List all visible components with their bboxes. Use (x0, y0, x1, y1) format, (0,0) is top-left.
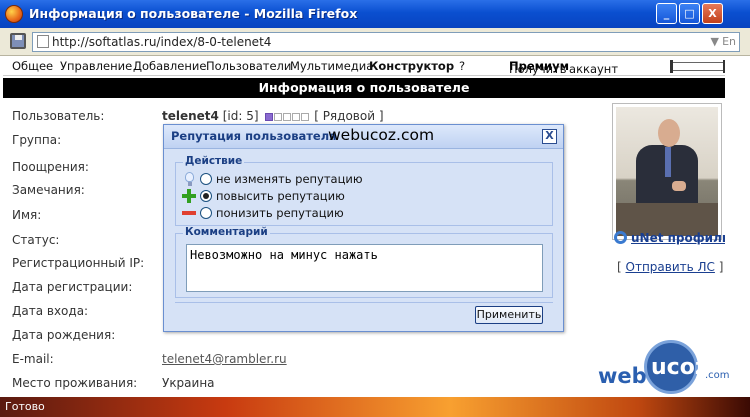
location-value: Украина (162, 376, 215, 390)
top-navigation: Общее Управление Добавление Пользователи… (3, 56, 726, 76)
label-birth-date: Дата рождения: (12, 328, 116, 342)
send-pm-link[interactable]: [ Отправить ЛС ] (617, 260, 723, 274)
label-awards: Поощрения: (12, 160, 89, 174)
address-toolbar: http://softatlas.ru/index/8-0-telenet4 ▼… (0, 28, 750, 56)
maximize-button[interactable]: □ (679, 3, 700, 24)
rank-bar (265, 110, 310, 124)
action-legend: Действие (183, 155, 245, 167)
dialog-title: Репутация пользователя (171, 129, 337, 143)
label-remarks: Замечания: (12, 183, 85, 197)
width-slider[interactable] (670, 60, 726, 73)
comment-fieldset: Комментарий Невозможно на минус нажать (175, 226, 553, 298)
unet-profile-link[interactable]: uNet профиль (614, 231, 729, 245)
label-login-date: Дата входа: (12, 304, 89, 318)
minimize-button[interactable]: _ (656, 3, 677, 24)
rank-square (265, 113, 274, 121)
rank-square (283, 113, 292, 121)
dropdown-arrow-icon[interactable]: ▼ (711, 33, 719, 51)
nav-item-add[interactable]: Добавление (133, 59, 206, 73)
window-title-bar: Информация о пользователе - Mozilla Fire… (0, 0, 750, 28)
rank-square (274, 113, 283, 121)
comment-textarea[interactable]: Невозможно на минус нажать (186, 244, 543, 292)
user-id: [id: 5] (222, 109, 259, 123)
label-reg-date: Дата регистрации: (12, 280, 133, 294)
address-field[interactable]: http://softatlas.ru/index/8-0-telenet4 ▼… (32, 32, 740, 52)
save-icon[interactable] (10, 33, 26, 49)
comment-legend: Комментарий (183, 226, 270, 238)
user-value: telenet4 [id: 5] [ Рядовой ] (162, 109, 384, 124)
nav-item-management[interactable]: Управление (60, 59, 132, 73)
label-reg-ip: Регистрационный IP: (12, 256, 145, 270)
dialog-watermark: webucoz.com (328, 126, 435, 144)
minus-icon (182, 211, 196, 215)
label-user: Пользователь: (12, 109, 105, 123)
label-status: Статус: (12, 233, 60, 247)
username[interactable]: telenet4 (162, 109, 219, 123)
rank-square (301, 113, 310, 121)
premium-link[interactable]: Получить Премиум аккаунт (509, 59, 618, 76)
label-group: Группа: (12, 133, 62, 147)
language-indicator: En (722, 35, 736, 48)
unet-icon (614, 231, 627, 244)
url-text: http://softatlas.ru/index/8-0-telenet4 (52, 35, 272, 49)
label-email: E-mail: (12, 352, 54, 366)
bulb-icon (185, 172, 194, 186)
label-name: Имя: (12, 208, 42, 222)
dialog-divider (175, 302, 553, 303)
nav-item-help[interactable]: ? (459, 59, 465, 73)
radio-increase[interactable] (200, 190, 212, 202)
plus-icon (182, 189, 196, 203)
nav-item-multimedia[interactable]: Мультимедиа (290, 59, 373, 73)
action-fieldset: Действие не изменять репутацию повысить … (175, 155, 553, 226)
firefox-logo-icon (5, 5, 23, 23)
nav-item-general[interactable]: Общее (12, 59, 53, 73)
avatar (612, 103, 722, 240)
reputation-dialog: Репутация пользователя webucoz.com X Дей… (163, 124, 564, 332)
dialog-close-button[interactable]: X (542, 129, 557, 144)
apply-button[interactable]: Применить (475, 306, 543, 324)
rank-label: [ Рядовой ] (314, 109, 384, 123)
nav-item-constructor[interactable]: Конструктор (369, 59, 454, 73)
email-value[interactable]: telenet4@rambler.ru (162, 352, 287, 366)
label-location: Место проживания: (12, 376, 138, 390)
window-title: Информация о пользователе - Mozilla Fire… (29, 6, 358, 21)
radio-no-change[interactable] (200, 173, 212, 185)
page-title: Информация о пользователе (3, 78, 725, 98)
nav-item-users[interactable]: Пользователи (206, 59, 291, 73)
radio-decrease[interactable] (200, 207, 212, 219)
rank-square (292, 113, 301, 121)
page-icon (37, 35, 49, 48)
close-window-button[interactable]: X (702, 3, 723, 24)
avatar-photo (616, 107, 718, 236)
status-bar: Готово (0, 397, 750, 417)
dialog-header[interactable]: Репутация пользователя webucoz.com X (164, 125, 563, 149)
